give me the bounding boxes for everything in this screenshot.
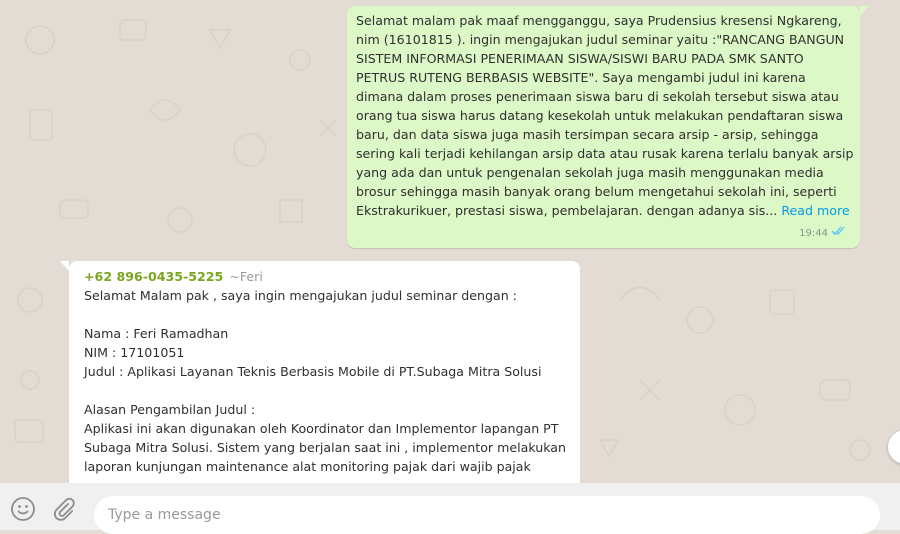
message-text-line-last: Ekstrakurikuer, prestasi siswa, pembelaj…: [356, 201, 851, 220]
chat-area[interactable]: Selamat malam pak maaf mengganggu, saya …: [0, 0, 900, 483]
message-text-line: dimana dalam proses penerimaan siswa bar…: [356, 89, 839, 104]
sender-phone[interactable]: +62 896-0435-5225: [84, 269, 223, 284]
message-text-line: Nama : Feri Ramadhan: [84, 326, 229, 341]
read-more-link[interactable]: Read more: [781, 203, 849, 218]
message-text-line: Selamat malam pak maaf mengganggu, saya …: [356, 13, 842, 28]
outgoing-message-bubble[interactable]: Selamat malam pak maaf mengganggu, saya …: [347, 6, 860, 248]
message-text-line: laporan kunjungan maintenance alat monit…: [84, 459, 531, 474]
incoming-message-bubble[interactable]: +62 896-0435-5225 ~Feri Selamat Malam pak…: [69, 261, 580, 483]
message-time: 19:44: [799, 228, 828, 239]
message-text-line: PETRUS RUTENG BERBASIS WEBSITE". Saya me…: [356, 70, 806, 85]
message-text-line: Aplikasi ini akan digunakan oleh Koordin…: [84, 421, 559, 436]
message-meta: 19:44: [799, 224, 846, 243]
message-text-line: NIM : 17101051: [84, 345, 185, 360]
truncated-text: Ekstrakurikuer, prestasi siswa, pembelaj…: [356, 203, 778, 218]
message-text-line: Alasan Pengambilan Judul :: [84, 402, 256, 417]
message-input[interactable]: Type a message: [94, 496, 880, 534]
message-text-line: sering kali terjadi kehilangan arsip dat…: [356, 146, 854, 161]
message-text-line: Selamat Malam pak , saya ingin mengajuka…: [84, 288, 517, 303]
paperclip-icon[interactable]: [50, 496, 76, 522]
emoji-icon[interactable]: [10, 496, 36, 522]
double-check-icon: [831, 224, 846, 243]
sender-name: ~Feri: [229, 269, 263, 284]
message-text-line: orang tua siswa harus datang kesekolah u…: [356, 108, 844, 123]
incoming-bubble-tail: [60, 261, 69, 271]
message-text-line: baru, dan data siswa juga masih tersimpa…: [356, 127, 819, 142]
message-text-line: Subaga Mitra Solusi. Sistem yang berjala…: [84, 440, 566, 455]
message-sender: +62 896-0435-5225 ~Feri: [84, 267, 570, 286]
message-text-line: nim (16101815 ). ingin mengajukan judul …: [356, 32, 845, 47]
outgoing-bubble-tail: [860, 6, 869, 16]
message-text-line: brosur sehingga masih banyak orang belum…: [356, 184, 837, 199]
message-text-line: Judul : Aplikasi Layanan Teknis Berbasis…: [84, 364, 542, 379]
message-text-line: yang ada dan untuk pengenalan sekolah ju…: [356, 165, 824, 180]
message-text-line: SISTEM INFORMASI PENERIMAAN SISWA/SISWI …: [356, 51, 804, 66]
